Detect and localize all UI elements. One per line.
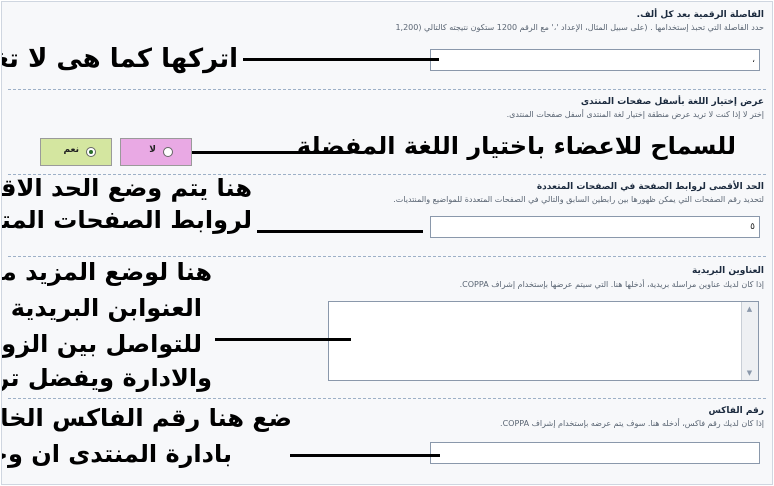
radio-yes-circle[interactable] — [86, 147, 96, 157]
radio-yes-label: نعم — [63, 145, 79, 155]
language-chooser-description: إختر لا إذا كنت لا تريد عرض منطقة إختيار… — [506, 110, 764, 119]
thousands-separator-description: حدد الفاصلة التي تحبذ إستخدامها . (على س… — [395, 23, 764, 32]
divider — [8, 89, 766, 90]
annotation-arrow-line — [215, 338, 351, 341]
postal-addresses-title: العناوين البريدية — [692, 266, 764, 276]
annotation-page-links-line2: لروابط الصفحات المتعددة — [1, 206, 252, 234]
fax-number-title: رقم الفاكس — [708, 406, 764, 416]
divider — [8, 398, 766, 399]
annotation-addresses-line1: هنا لوضع المزيد من — [1, 258, 212, 286]
annotation-arrow-line — [243, 58, 439, 61]
annotation-language: للسماح للاعضاء باختيار اللغة المفضلة — [296, 132, 736, 160]
fax-number-description: إذا كان لديك رقم فاكس، أدخله هنا. سوف يت… — [500, 419, 764, 428]
annotation-fax-line2: بادارة المنتدى ان وجد. — [2, 440, 232, 468]
annotation-addresses-line2: العنوابن البريدية — [10, 294, 202, 322]
max-page-links-title: الحد الأقصى لروابط الصفحة في الصفحات الم… — [536, 182, 764, 192]
textarea-scrollbar[interactable]: ▲ ▼ — [741, 302, 758, 380]
postal-addresses-description: إذا كان لديك عناوين مراسلة بريدية، أدخله… — [459, 280, 764, 289]
max-page-links-description: لتحديد رقم الصفحات التي يمكن ظهورها بين … — [393, 195, 764, 204]
radio-no-circle[interactable] — [163, 147, 173, 157]
fax-number-input[interactable] — [430, 442, 760, 464]
thousands-separator-title: الفاصلة الرقمية بعد كل ألف. — [636, 10, 764, 20]
annotation-addresses-line3: للتواصل بين الزوار — [1, 330, 202, 358]
radio-no[interactable]: لا — [120, 138, 192, 166]
annotation-fax-line1: ضع هنا رقم الفاكس الخاص — [1, 404, 292, 432]
language-chooser-title: عرض إختيار اللغة بأسفل صفحات المنتدى — [580, 97, 764, 107]
radio-no-label: لا — [149, 145, 156, 155]
radio-yes[interactable]: نعم — [40, 138, 112, 166]
scroll-up-icon[interactable]: ▲ — [742, 302, 757, 316]
settings-panel: الفاصلة الرقمية بعد كل ألف. حدد الفاصلة … — [1, 1, 773, 485]
annotation-addresses-line4: والادارة ويفضل تركها — [2, 364, 212, 392]
annotation-arrow-line — [192, 151, 350, 154]
annotation-page-links-line1: هنا يتم وضع الحد الاقصى — [1, 174, 252, 202]
annotation-separator: اتركها كما هى لا تغيرها — [2, 44, 238, 74]
annotation-arrow-line — [257, 230, 423, 233]
max-page-links-input[interactable] — [430, 216, 760, 238]
annotation-arrow-line — [290, 454, 440, 457]
thousands-separator-input[interactable] — [430, 49, 760, 71]
scroll-down-icon[interactable]: ▼ — [742, 366, 757, 380]
divider — [8, 256, 766, 257]
postal-addresses-textarea[interactable]: ▲ ▼ — [328, 301, 759, 381]
